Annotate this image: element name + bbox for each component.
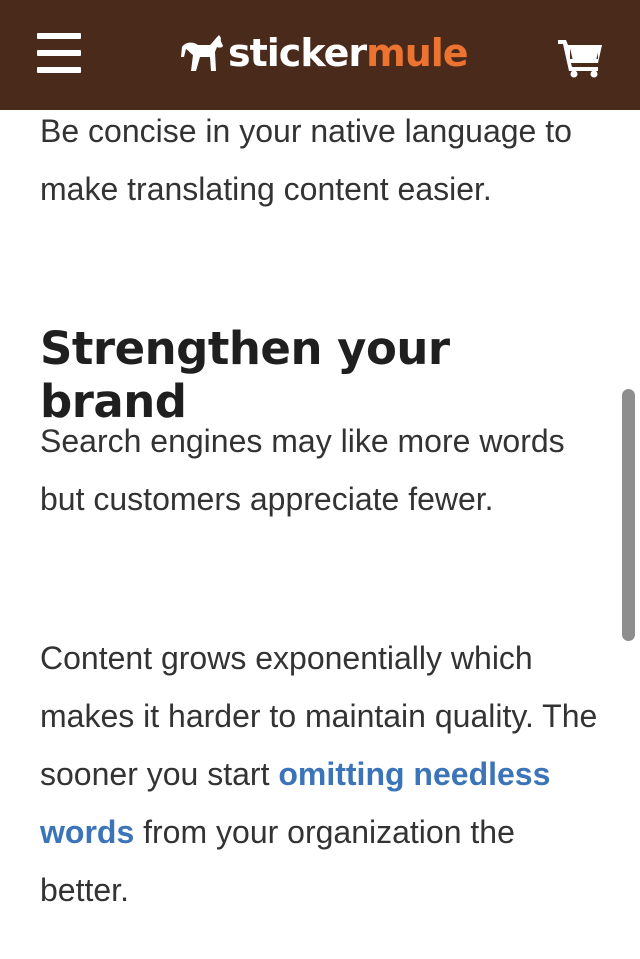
menu-icon-bar xyxy=(37,33,81,39)
cart-button[interactable] xyxy=(556,36,604,78)
stickermule-logo[interactable]: sticker mule xyxy=(180,28,469,78)
menu-icon-bar xyxy=(37,67,81,73)
vertical-scrollbar-thumb[interactable] xyxy=(622,389,635,641)
intro-paragraph: Be concise in your native language to ma… xyxy=(40,113,572,207)
menu-icon-bar xyxy=(37,50,81,56)
logo-text-mule: mule xyxy=(366,31,468,75)
hamburger-menu-button[interactable] xyxy=(37,33,81,73)
mule-icon xyxy=(181,35,223,71)
cart-icon xyxy=(558,40,602,78)
top-navigation-bar: sticker mule xyxy=(0,0,640,110)
paragraph-search-engines: Search engines may like more words but c… xyxy=(40,423,565,517)
paragraph-content-grows: Content grows exponentially which makes … xyxy=(40,629,600,919)
logo-text-sticker: sticker xyxy=(228,31,367,75)
